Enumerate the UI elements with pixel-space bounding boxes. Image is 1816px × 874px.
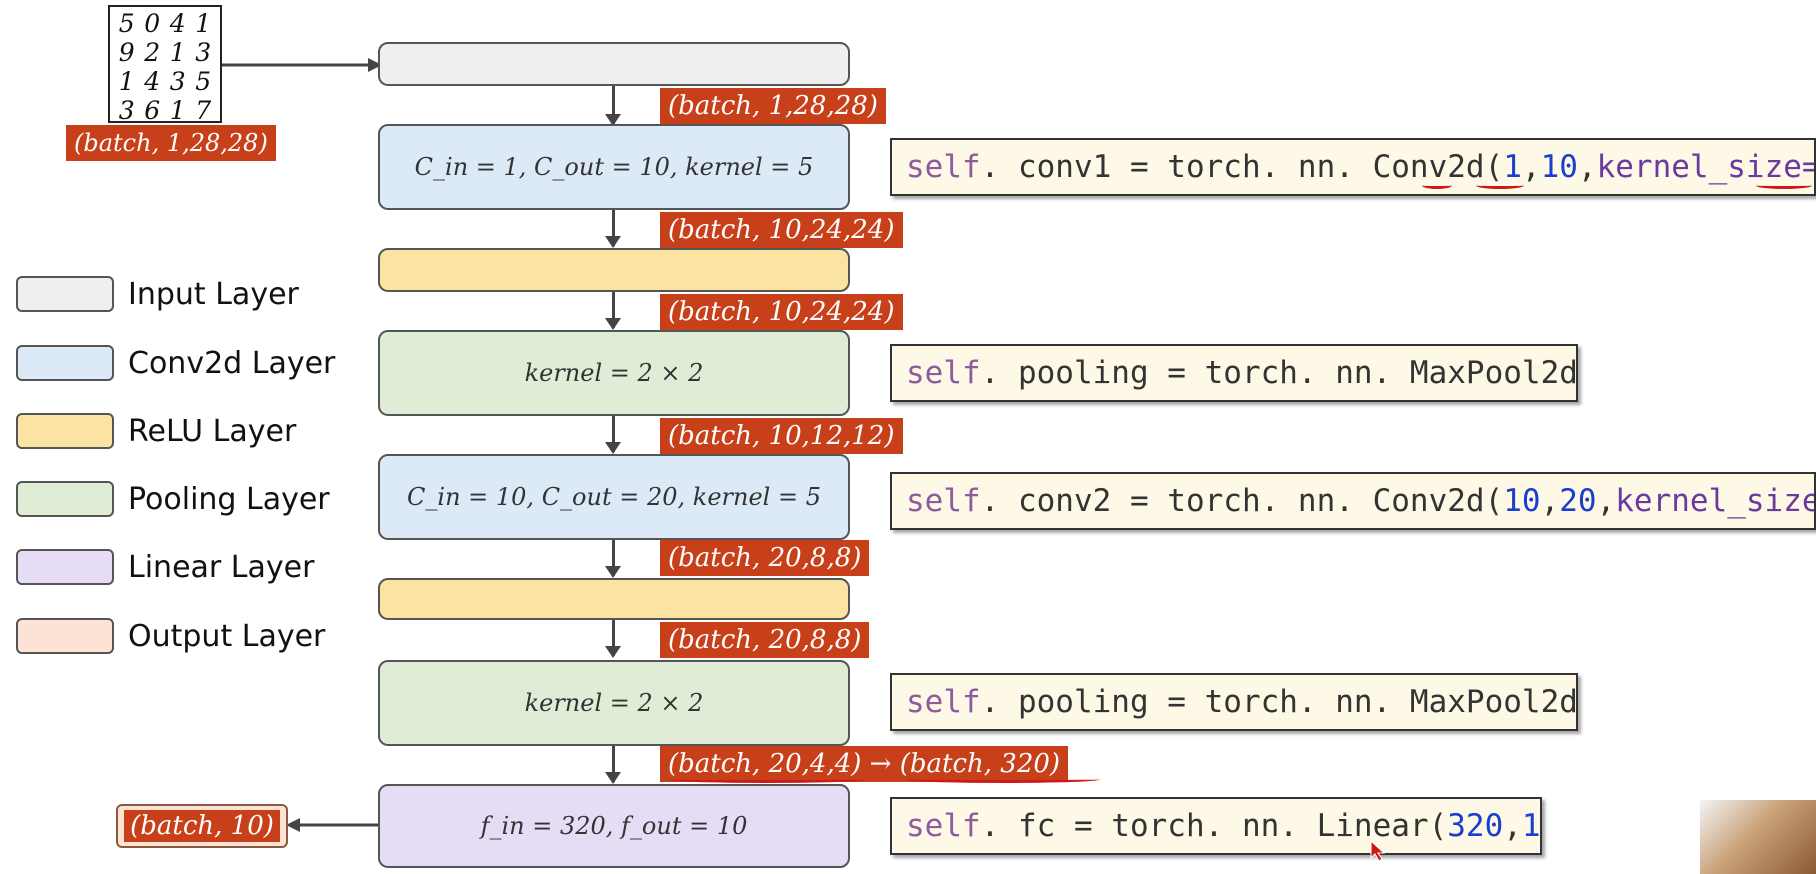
code-arg: 10 — [1503, 483, 1541, 519]
digit: 4 — [144, 67, 161, 96]
digit: 0 — [144, 9, 161, 38]
code-text: . conv1 = torch. nn. Conv2d( — [980, 149, 1504, 185]
red-underline — [1476, 182, 1524, 189]
code-text: , — [1540, 483, 1560, 519]
legend-label: Output Layer — [128, 618, 326, 654]
digit: 5 — [195, 67, 212, 96]
red-underline — [1422, 182, 1452, 189]
down-arrow — [605, 292, 621, 330]
webcam-overlay — [1700, 800, 1816, 874]
red-underline — [1756, 182, 1812, 189]
legend-swatch — [16, 413, 114, 449]
code-text: . pooling = torch. nn. MaxPool2d( — [980, 355, 1578, 391]
down-arrow — [605, 746, 621, 784]
output-arrow — [286, 818, 378, 832]
digit: 4 — [169, 9, 186, 38]
relu2-layer-box — [378, 578, 850, 620]
conv2-layer-box: C_in = 10, C_out = 20, kernel = 5 — [378, 454, 850, 540]
legend-swatch — [16, 481, 114, 517]
digit: 1 — [169, 96, 186, 125]
digit: 1 — [169, 38, 186, 67]
code-kwarg: kernel_size= — [1596, 149, 1816, 185]
legend-swatch — [16, 549, 114, 585]
shape-tag-after-pool1: (batch, 10,12,12) — [660, 418, 903, 454]
legend-label: Pooling Layer — [128, 481, 330, 517]
legend-swatch — [16, 276, 114, 312]
legend-item-relu: ReLU Layer — [16, 413, 296, 449]
shape-tag-after-relu2: (batch, 20,8,8) — [660, 622, 870, 658]
code-pool1: self. pooling = torch. nn. MaxPool2d(2) — [890, 344, 1578, 402]
digit: 3 — [118, 96, 135, 125]
legend-swatch — [16, 345, 114, 381]
conv1-layer-box: C_in = 1, C_out = 10, kernel = 5 — [378, 124, 850, 210]
code-text: . fc = torch. nn. Linear( — [980, 808, 1448, 844]
legend-item-conv2d: Conv2d Layer — [16, 345, 335, 381]
red-underline — [906, 776, 1100, 783]
code-arg: 10 — [1521, 808, 1541, 844]
legend-label: Conv2d Layer — [128, 345, 336, 381]
legend-label: Linear Layer — [128, 549, 315, 585]
shape-tag-after-relu1: (batch, 10,24,24) — [660, 294, 903, 330]
down-arrow — [605, 620, 621, 658]
digit: 3 — [169, 67, 186, 96]
output-box: (batch, 10) — [116, 804, 288, 848]
code-text: , — [1521, 149, 1541, 185]
code-kwarg: kernel_size= — [1615, 483, 1814, 519]
code-fc: self. fc = torch. nn. Linear(320, 10) — [890, 797, 1542, 855]
code-self: self — [906, 684, 981, 720]
legend-item-output: Output Layer — [16, 618, 325, 654]
code-text: , — [1577, 149, 1597, 185]
digit: 7 — [195, 96, 212, 125]
down-arrow — [605, 416, 621, 454]
mnist-input-image: 5 0 4 1 9 2 1 3 1 4 3 5 3 6 1 7 — [108, 5, 222, 125]
code-text: , — [1596, 483, 1616, 519]
input-shape-tag: (batch, 1,28,28) — [66, 125, 276, 161]
mouse-cursor-icon — [1370, 840, 1386, 862]
digit: 5 — [118, 9, 135, 38]
down-arrow — [605, 86, 621, 126]
code-self: self — [906, 355, 981, 391]
digit: 1 — [195, 9, 212, 38]
output-shape-tag: (batch, 10) — [124, 810, 280, 842]
input-layer-box — [378, 42, 850, 86]
code-arg: 1 — [1503, 149, 1522, 185]
legend-label: ReLU Layer — [128, 413, 297, 449]
down-arrow — [605, 540, 621, 578]
relu1-layer-box — [378, 248, 850, 292]
code-text: . conv2 = torch. nn. Conv2d( — [980, 483, 1504, 519]
shape-tag-after-input: (batch, 1,28,28) — [660, 88, 886, 124]
code-arg: 320 — [1447, 808, 1504, 844]
pool1-layer-box: kernel = 2 × 2 — [378, 330, 850, 416]
fc-layer-box: f_in = 320, f_out = 10 — [378, 784, 850, 868]
code-arg: 10 — [1540, 149, 1578, 185]
legend-item-input: Input Layer — [16, 276, 299, 312]
code-pool2: self. pooling = torch. nn. MaxPool2d(2) — [890, 673, 1578, 731]
code-self: self — [906, 483, 981, 519]
legend-item-pooling: Pooling Layer — [16, 481, 330, 517]
input-arrow — [222, 58, 382, 72]
digit: 1 — [118, 67, 135, 96]
code-conv2: self. conv2 = torch. nn. Conv2d(10, 20, … — [890, 472, 1816, 530]
legend-swatch — [16, 618, 114, 654]
code-arg: 20 — [1559, 483, 1597, 519]
down-arrow — [605, 210, 621, 248]
digit: 6 — [144, 96, 161, 125]
legend-label: Input Layer — [128, 276, 299, 312]
code-self: self — [906, 149, 981, 185]
code-text: , — [1503, 808, 1522, 844]
code-conv1: self. conv1 = torch. nn. Conv2d(1, 10, k… — [890, 138, 1816, 196]
pool2-layer-box: kernel = 2 × 2 — [378, 660, 850, 746]
legend-item-linear: Linear Layer — [16, 549, 314, 585]
code-self: self — [906, 808, 981, 844]
shape-tag-after-conv1: (batch, 10,24,24) — [660, 212, 903, 248]
shape-tag-after-conv2: (batch, 20,8,8) — [660, 540, 870, 576]
code-text: . pooling = torch. nn. MaxPool2d( — [980, 684, 1578, 720]
red-underline — [668, 776, 866, 783]
digit: 3 — [195, 38, 212, 67]
digit: 9 — [118, 38, 135, 67]
digit: 2 — [144, 38, 161, 67]
